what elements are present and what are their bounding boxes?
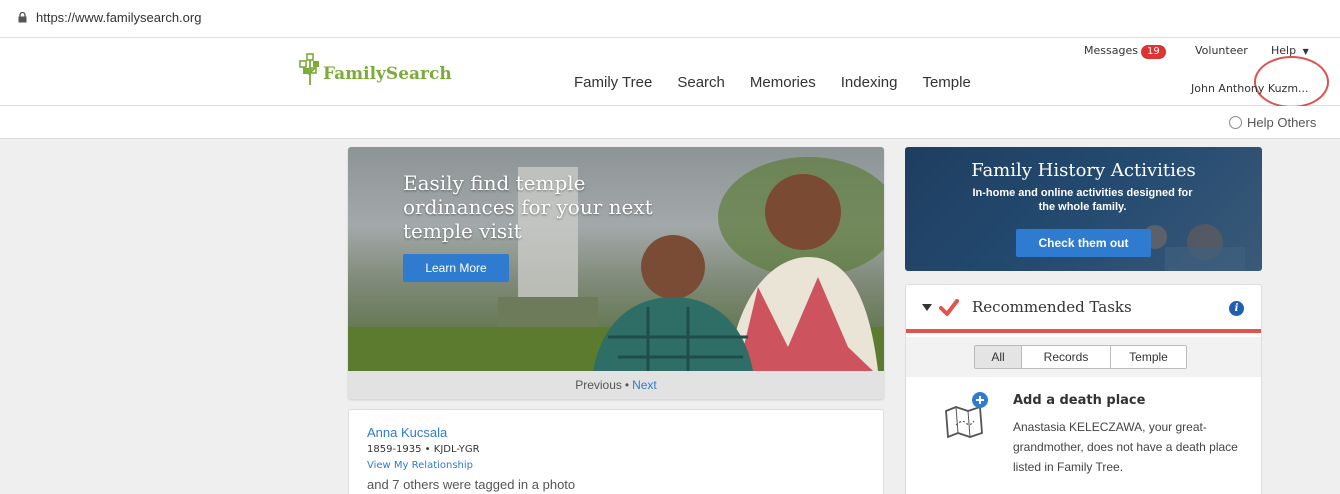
view-relationship-link[interactable]: View My Relationship <box>367 460 473 471</box>
filter-all[interactable]: All <box>975 346 1022 368</box>
messages-count-badge: 19 <box>1140 45 1166 59</box>
info-icon[interactable]: i <box>1229 301 1244 316</box>
filter-temple[interactable]: Temple <box>1111 346 1186 368</box>
familysearch-logo[interactable]: FamilySearch <box>298 53 452 85</box>
sub-bar: Help Others <box>0 106 1340 139</box>
activity-card: Anna Kucsala 1859-1935 • KJDL-YGR View M… <box>348 409 884 494</box>
hero-title: Easily find temple ordinances for your n… <box>403 171 653 243</box>
nav-search[interactable]: Search <box>677 74 725 91</box>
site-header: FamilySearch Family Tree Search Memories… <box>0 38 1340 108</box>
user-menu[interactable]: John Anthony Kuzm... <box>1191 82 1309 95</box>
nav-family-tree[interactable]: Family Tree <box>574 74 652 91</box>
caret-down-icon: ▼ <box>1302 47 1309 56</box>
logo-text: FamilySearch <box>323 64 452 84</box>
messages-link[interactable]: Messages 19 <box>1084 44 1166 59</box>
tasks-filter-segmented-control: All Records Temple <box>974 345 1187 369</box>
browser-url-bar[interactable]: https://www.familysearch.org <box>0 0 1340 38</box>
tasks-title: Recommended Tasks <box>972 298 1132 316</box>
lock-icon <box>18 12 27 23</box>
help-others-link[interactable]: Help Others <box>1229 115 1316 130</box>
messages-label: Messages <box>1084 44 1138 57</box>
nav-temple[interactable]: Temple <box>922 74 970 91</box>
checkmark-icon <box>939 299 959 316</box>
person-name-link[interactable]: Anna Kucsala <box>367 425 447 440</box>
check-them-out-button[interactable]: Check them out <box>1016 229 1151 257</box>
nav-indexing[interactable]: Indexing <box>841 74 898 91</box>
learn-more-button[interactable]: Learn More <box>403 254 509 282</box>
map-pin-plus-icon <box>945 392 988 439</box>
help-others-label: Help Others <box>1247 115 1317 130</box>
next-link[interactable]: Next <box>632 378 657 392</box>
previous-link[interactable]: Previous <box>575 378 622 392</box>
recommended-tasks-panel: Recommended Tasks i All Records Temple A… <box>905 284 1262 494</box>
activities-title: Family History Activities <box>971 160 1196 181</box>
activity-note: and 7 others were tagged in a photo <box>367 477 576 492</box>
family-history-activities-banner: Family History Activities In-home and on… <box>905 147 1262 271</box>
url-text[interactable]: https://www.familysearch.org <box>36 10 201 25</box>
task-description: Anastasia KELECZAWA, your great-grandmot… <box>1013 420 1238 474</box>
tasks-filter-bar: All Records Temple <box>906 337 1261 377</box>
nav-memories[interactable]: Memories <box>750 74 816 91</box>
collapse-triangle-icon[interactable] <box>922 304 932 311</box>
pager-bullet: • <box>624 378 630 392</box>
volunteer-link[interactable]: Volunteer <box>1195 44 1248 57</box>
filter-records[interactable]: Records <box>1022 346 1111 368</box>
activities-subtitle: In-home and online activities designed f… <box>972 187 1193 213</box>
globe-icon <box>1229 116 1242 129</box>
tasks-header: Recommended Tasks i <box>906 285 1261 333</box>
carousel-pager: Previous • Next <box>348 371 884 399</box>
tree-logo-icon <box>299 53 319 85</box>
person-meta: 1859-1935 • KJDL-YGR <box>367 444 480 455</box>
hero-carousel: Easily find temple ordinances for your n… <box>348 147 884 399</box>
main-nav: Family Tree Search Memories Indexing Tem… <box>574 74 996 91</box>
task-title[interactable]: Add a death place <box>1013 393 1145 408</box>
